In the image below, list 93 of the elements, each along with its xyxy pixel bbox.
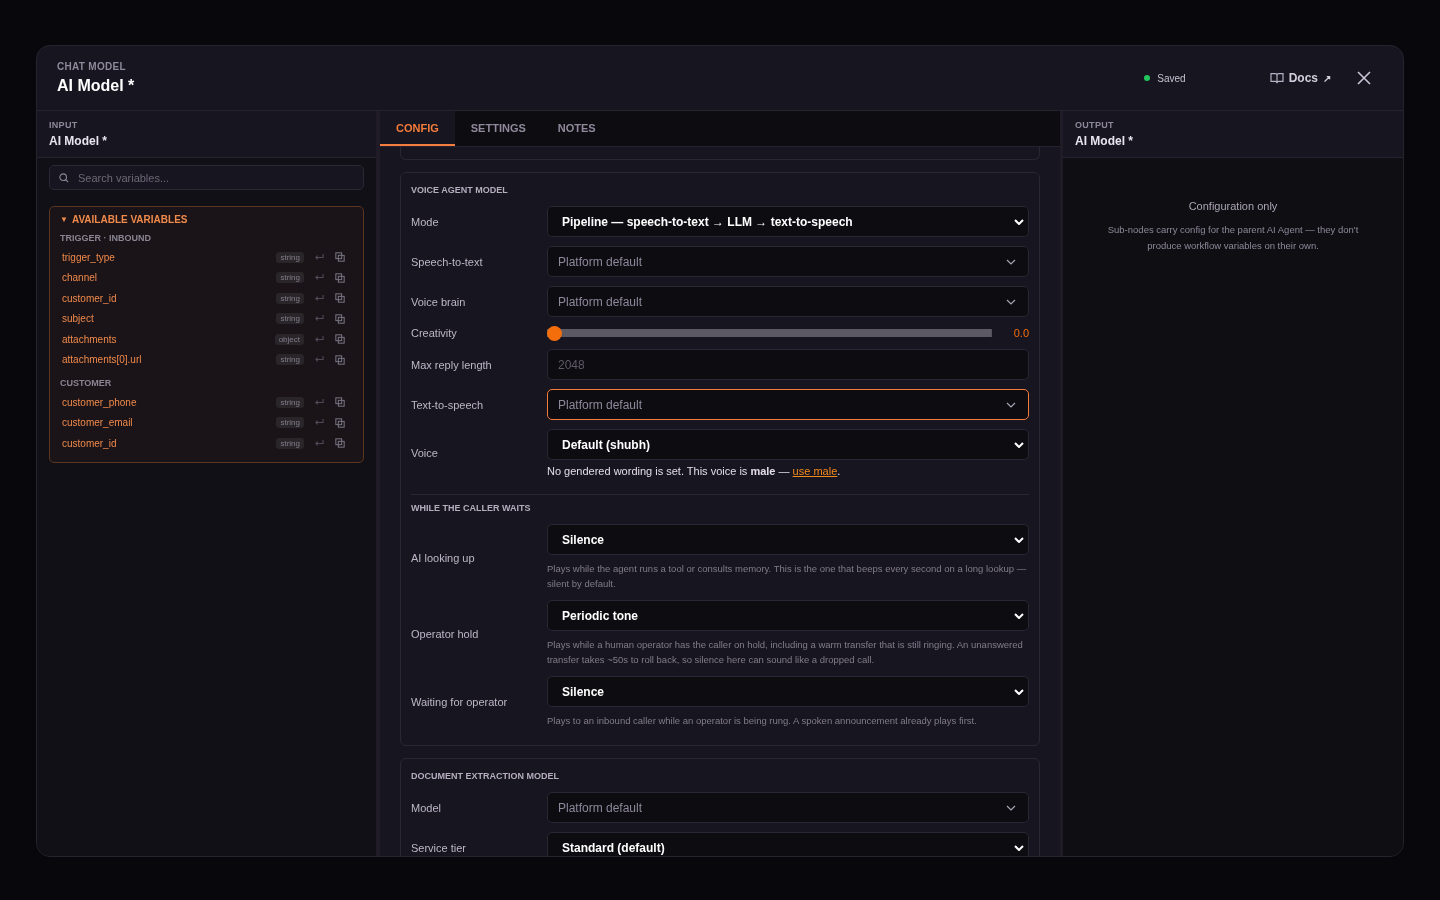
- help-text: Plays while a human operator has the caller on hold, including a warm transfer that is still ringing. An unanswered transfer takes ~50s to roll back, so silence here can sound like a dropped call.: [547, 638, 1024, 667]
- type-tag: string: [276, 396, 304, 408]
- field-label: Waiting for operator: [411, 696, 509, 708]
- variable-name[interactable]: attachments[0].url: [62, 354, 277, 366]
- type-tag: string: [276, 437, 304, 449]
- tab[interactable]: SETTINGS: [454, 111, 542, 146]
- slider-thumb[interactable]: [547, 325, 562, 341]
- type-tag: string: [276, 251, 304, 263]
- insert-icon[interactable]: [314, 397, 325, 407]
- panel-title: AI Model *: [49, 134, 108, 148]
- chevron-icon: [1006, 804, 1016, 811]
- select-field[interactable]: Pipeline — speech-to-text → LLM → text-to-speech: [547, 206, 1029, 237]
- chevron-icon: [1006, 258, 1016, 265]
- variable-name[interactable]: customer_id: [62, 292, 277, 304]
- chevron-icon: [1006, 401, 1016, 408]
- status-label: Saved: [1157, 72, 1186, 84]
- copy-icon[interactable]: [335, 438, 345, 449]
- variable-name[interactable]: customer_id: [62, 437, 277, 449]
- section-heading: DOCUMENT EXTRACTION MODEL: [411, 771, 560, 781]
- field-label: Operator hold: [411, 627, 480, 640]
- empty-text: Sub-nodes carry config for the parent AI Agent — they don't produce workflow variables on their own.: [1106, 223, 1360, 253]
- field-label: Voice: [411, 447, 439, 459]
- copy-icon[interactable]: [335, 313, 345, 324]
- section-heading: WHILE THE CALLER WAITS: [411, 503, 532, 513]
- search-field[interactable]: Search variables...: [49, 165, 364, 190]
- variable-name[interactable]: subject: [62, 313, 277, 325]
- chevron-icon: [1014, 441, 1024, 448]
- field-label: AI looking up: [411, 551, 476, 564]
- copy-icon[interactable]: [335, 272, 345, 283]
- variables-toggle[interactable]: ▼ AVAILABLE VARIABLES: [60, 214, 188, 225]
- field-label: Speech-to-text: [411, 255, 484, 268]
- field-label: Mode: [411, 215, 440, 228]
- type-tag: string: [276, 354, 304, 366]
- section-heading: VOICE AGENT MODEL: [411, 185, 509, 195]
- panel-eyebrow: INPUT: [49, 120, 79, 130]
- copy-icon[interactable]: [335, 334, 345, 345]
- type-tag: string: [276, 313, 304, 325]
- chevron-icon: [1014, 536, 1024, 543]
- variable-name[interactable]: attachments: [62, 333, 275, 345]
- select-field[interactable]: Silence: [547, 676, 1029, 707]
- type-tag: string: [276, 417, 304, 429]
- field-label: Service tier: [411, 841, 468, 854]
- chevron-icon: [1014, 218, 1024, 225]
- empty-title: Configuration only: [1188, 200, 1278, 212]
- insert-icon[interactable]: [314, 438, 325, 448]
- chevron-icon: [1014, 844, 1024, 851]
- dialog-eyebrow: CHAT MODEL: [57, 61, 127, 72]
- type-tag: string: [276, 272, 304, 284]
- docs-link[interactable]: Docs ↗: [1269, 71, 1331, 85]
- field-label: Voice brain: [411, 295, 467, 308]
- variable-name[interactable]: customer_phone: [62, 396, 277, 408]
- field-label: Text-to-speech: [411, 398, 485, 411]
- select-field[interactable]: Default (shubh): [547, 429, 1029, 460]
- copy-icon[interactable]: [335, 354, 345, 365]
- variable-name[interactable]: customer_email: [62, 417, 277, 429]
- type-tag: string: [276, 292, 304, 304]
- copy-icon[interactable]: [335, 397, 345, 408]
- help-text: Plays while the agent runs a tool or consults memory. This is the one that beeps every second on a long lookup — silent by default.: [547, 562, 1028, 591]
- select-field[interactable]: Standard (default): [547, 832, 1029, 856]
- select-field[interactable]: Platform default: [547, 246, 1029, 277]
- voice-note: No gendered wording is set. This voice is male — use male.: [547, 465, 842, 477]
- select-field[interactable]: Platform default: [547, 389, 1029, 420]
- copy-icon[interactable]: [335, 417, 345, 428]
- group-heading: TRIGGER · INBOUND: [60, 233, 152, 243]
- type-tag: object: [274, 333, 304, 345]
- insert-icon[interactable]: [314, 252, 325, 262]
- slider-value: 0.0: [1013, 327, 1029, 339]
- chevron-icon: [1014, 688, 1024, 695]
- insert-icon[interactable]: [314, 334, 325, 344]
- select-field[interactable]: Platform default: [547, 286, 1029, 317]
- variable-name[interactable]: channel: [62, 272, 277, 284]
- dialog-title: AI Model *: [57, 77, 135, 95]
- tab[interactable]: CONFIG: [380, 111, 455, 146]
- number-field[interactable]: 2048: [547, 349, 1029, 380]
- variable-name[interactable]: trigger_type: [62, 251, 277, 263]
- select-field[interactable]: Periodic tone: [547, 600, 1029, 631]
- tab[interactable]: NOTES: [541, 111, 612, 146]
- select-field[interactable]: Platform default: [547, 792, 1029, 823]
- field-label: Model: [411, 801, 442, 814]
- group-heading: CUSTOMER: [60, 378, 113, 388]
- select-field[interactable]: Silence: [547, 524, 1029, 555]
- chevron-icon: [1014, 612, 1024, 619]
- field-label: Max reply length: [411, 358, 493, 371]
- copy-icon[interactable]: [335, 293, 345, 304]
- help-text: Plays to an inbound caller while an operator is being rung. A spoken announcement already plays first.: [547, 714, 978, 728]
- panel-eyebrow: OUTPUT: [1075, 120, 1115, 130]
- copy-icon[interactable]: [335, 252, 345, 263]
- insert-icon[interactable]: [314, 293, 325, 303]
- book-icon: [1269, 72, 1284, 84]
- chevron-icon: [1006, 298, 1016, 305]
- close-button[interactable]: [1355, 69, 1373, 87]
- panel-title: AI Model *: [1075, 134, 1134, 148]
- field-label: Creativity: [411, 327, 458, 339]
